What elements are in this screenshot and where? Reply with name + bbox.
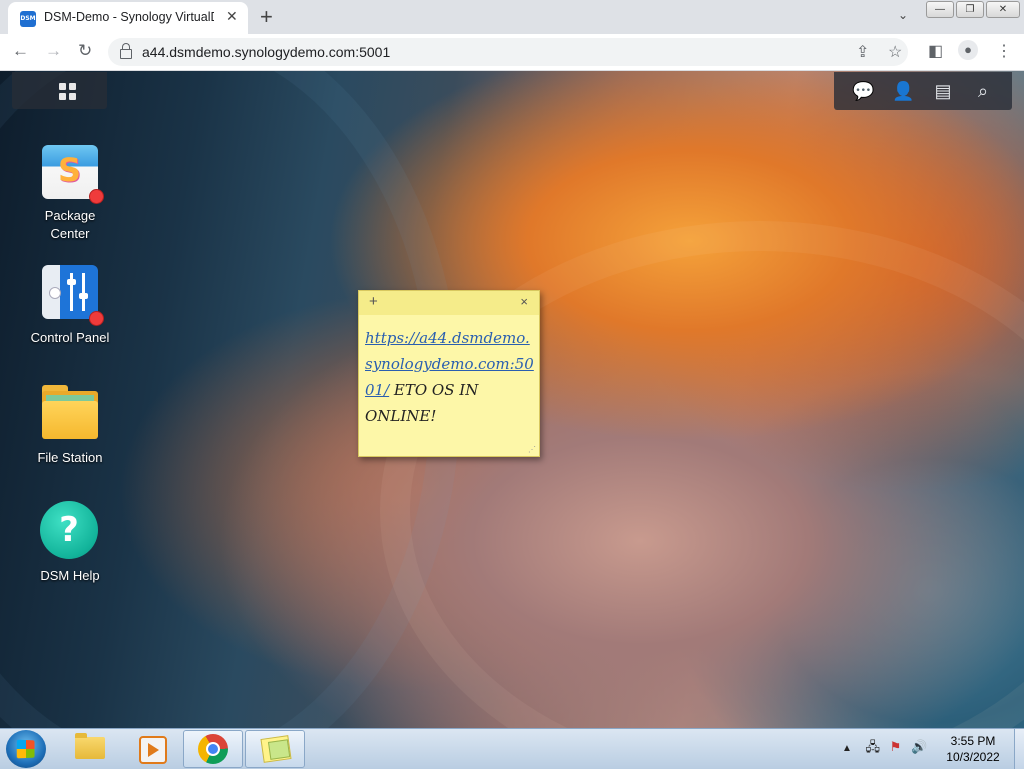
menu-icon[interactable]: ⋮ — [996, 41, 1012, 61]
browser-toolbar: ← → ↻ a44.dsmdemo.synologydemo.com:5001 … — [0, 34, 1024, 71]
forward-icon[interactable]: → — [45, 41, 62, 61]
reload-icon[interactable]: ↻ — [78, 41, 92, 61]
desktop-icon-label: File Station — [37, 450, 103, 465]
tab-title: DSM-Demo - Synology VirtualDSM — [44, 10, 214, 24]
desktop-icon-dsm-help[interactable]: ? DSM Help — [15, 501, 125, 585]
control-panel-icon — [40, 263, 104, 326]
volume-icon[interactable]: 🔊 — [911, 739, 927, 754]
desktop-icon-file-station[interactable]: File Station — [15, 383, 125, 467]
dsm-favicon-icon: DSM — [20, 11, 36, 27]
tab-search-chevron-icon[interactable]: ⌄ — [898, 8, 908, 22]
package-center-icon: S — [40, 141, 104, 204]
url-text[interactable]: a44.dsmdemo.synologydemo.com:5001 — [142, 44, 390, 60]
search-icon[interactable]: ⌕ — [972, 80, 994, 102]
profile-icon[interactable]: ● — [958, 40, 978, 60]
desktop-icon-control-panel[interactable]: Control Panel — [15, 263, 125, 347]
widgets-icon[interactable]: ▤ — [932, 80, 954, 102]
browser-tab[interactable]: DSM DSM-Demo - Synology VirtualDSM ✕ — [8, 2, 248, 34]
sticky-note-header[interactable]: + × — [359, 291, 539, 315]
show-hidden-icons-icon[interactable]: ▲ — [842, 743, 852, 754]
chrome-icon — [198, 734, 228, 764]
star-icon[interactable]: ☆ — [888, 42, 902, 62]
main-menu-button[interactable] — [12, 72, 107, 109]
clock[interactable]: 3:55 PM 10/3/2022 — [938, 733, 1008, 765]
restore-icon[interactable]: ❐ — [956, 1, 984, 18]
sticky-note[interactable]: + × https://a44.dsmdemo.synologydemo.com… — [358, 290, 540, 457]
notification-badge — [89, 311, 104, 326]
sticky-notes-icon — [260, 735, 292, 763]
close-window-icon[interactable]: ✕ — [986, 1, 1020, 18]
main-menu-icon — [59, 83, 77, 101]
file-station-folder-icon — [40, 383, 100, 443]
notification-badge — [89, 189, 104, 204]
taskbar-chrome[interactable] — [183, 730, 243, 768]
media-player-icon — [139, 736, 167, 764]
address-bar[interactable]: a44.dsmdemo.synologydemo.com:5001 ⇪ ☆ — [108, 38, 908, 66]
desktop-icon-label: Control Panel — [30, 330, 110, 345]
taskbar-explorer[interactable] — [60, 730, 118, 766]
share-icon[interactable]: ⇪ — [856, 42, 869, 62]
clock-time: 3:55 PM — [950, 734, 996, 748]
sticky-note-text[interactable]: https://a44.dsmdemo.synologydemo.com:500… — [365, 325, 535, 429]
desktop-icon-package-center[interactable]: S Package Center — [15, 141, 125, 243]
sidepanel-icon[interactable]: ◧ — [928, 41, 943, 61]
browser-tab-strip: DSM DSM-Demo - Synology VirtualDSM ✕ + ⌄… — [0, 0, 1024, 34]
help-icon: ? — [40, 501, 100, 561]
show-desktop-button[interactable] — [1014, 729, 1024, 769]
add-note-icon[interactable]: + — [369, 293, 378, 310]
taskbar-media-player[interactable] — [121, 730, 179, 766]
network-icon[interactable]: 🖧 — [866, 739, 881, 754]
windows-taskbar: ▲ 🖧 ⚑ 🔊 3:55 PM 10/3/2022 — [0, 728, 1024, 769]
action-center-icon[interactable]: ⚑ — [890, 739, 902, 754]
chat-icon[interactable]: 💬 — [852, 80, 874, 102]
close-note-icon[interactable]: × — [520, 294, 528, 309]
new-tab-icon[interactable]: + — [260, 4, 273, 30]
window-controls: — ❐ ✕ — [926, 0, 1020, 18]
minimize-icon[interactable]: — — [926, 1, 954, 18]
lock-icon[interactable] — [120, 43, 132, 59]
system-tray: ▲ 🖧 ⚑ 🔊 — [842, 738, 927, 760]
dsm-top-tray: 💬 👤 ▤ ⌕ — [834, 72, 1012, 110]
desktop-icon-label: DSM Help — [40, 568, 100, 583]
folder-icon — [75, 733, 105, 759]
back-icon[interactable]: ← — [12, 41, 29, 61]
close-tab-icon[interactable]: ✕ — [226, 8, 238, 25]
desktop-icon-label: Package Center — [44, 208, 96, 241]
start-button[interactable] — [6, 730, 46, 768]
clock-date: 10/3/2022 — [946, 750, 1000, 764]
dsm-desktop: 💬 👤 ▤ ⌕ S Package Center Control Panel F… — [0, 71, 1024, 728]
taskbar-sticky-notes[interactable] — [245, 730, 305, 768]
user-icon[interactable]: 👤 — [892, 80, 914, 102]
resize-grip-icon[interactable]: ⋰ — [528, 445, 536, 454]
